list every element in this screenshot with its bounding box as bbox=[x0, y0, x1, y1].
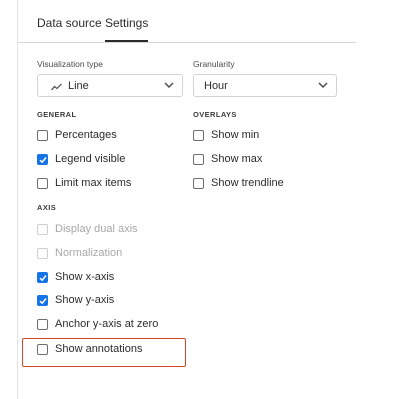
line-chart-icon bbox=[51, 83, 62, 91]
display-dual-axis-checkbox: Display dual axis bbox=[37, 222, 187, 238]
checkbox-label: Legend visible bbox=[55, 153, 126, 165]
checkbox-box[interactable] bbox=[37, 272, 48, 283]
settings-panel: Data source Settings Visualization type … bbox=[17, 0, 370, 399]
tab-settings[interactable]: Settings bbox=[105, 16, 149, 42]
checkbox-box[interactable] bbox=[37, 344, 48, 355]
granularity-select[interactable]: Hour bbox=[193, 74, 337, 97]
checkbox-box[interactable] bbox=[37, 130, 48, 141]
checkbox-box[interactable] bbox=[193, 178, 204, 189]
show-y-axis-checkbox[interactable]: Show y-axis bbox=[37, 293, 187, 309]
checkmark-icon bbox=[38, 274, 47, 281]
visualization-type-select[interactable]: Line bbox=[37, 74, 183, 97]
checkbox-box bbox=[37, 224, 48, 235]
checkbox-label: Show max bbox=[211, 153, 263, 165]
checkbox-label: Show y-axis bbox=[55, 294, 115, 306]
chevron-down-icon bbox=[318, 82, 328, 89]
checkbox-box[interactable] bbox=[193, 130, 204, 141]
show-annotations-checkbox[interactable]: Show annotations bbox=[37, 342, 187, 358]
checkbox-label: Show annotations bbox=[55, 343, 143, 355]
checkmark-icon bbox=[38, 156, 47, 163]
legend-visible-checkbox[interactable]: Legend visible bbox=[37, 152, 187, 168]
limit-max-items-checkbox[interactable]: Limit max items bbox=[37, 176, 187, 192]
checkmark-icon bbox=[38, 297, 47, 304]
checkbox-label: Normalization bbox=[55, 247, 123, 259]
visualization-type-label: Visualization type bbox=[37, 59, 103, 69]
checkbox-box[interactable] bbox=[37, 178, 48, 189]
normalization-checkbox: Normalization bbox=[37, 246, 187, 262]
percentages-checkbox[interactable]: Percentages bbox=[37, 128, 187, 144]
checkbox-label: Percentages bbox=[55, 129, 117, 141]
granularity-value: Hour bbox=[204, 80, 228, 92]
axis-heading: AXIS bbox=[37, 203, 57, 212]
show-trendline-checkbox[interactable]: Show trendline bbox=[193, 176, 343, 192]
show-min-checkbox[interactable]: Show min bbox=[193, 128, 343, 144]
checkbox-label: Limit max items bbox=[55, 177, 132, 189]
overlays-heading: OVERLAYS bbox=[193, 110, 237, 119]
chevron-down-icon bbox=[164, 82, 174, 89]
checkbox-box[interactable] bbox=[37, 295, 48, 306]
tab-bar: Data source Settings bbox=[18, 0, 356, 43]
general-heading: GENERAL bbox=[37, 110, 77, 119]
checkbox-label: Anchor y-axis at zero bbox=[55, 318, 159, 330]
checkbox-label: Display dual axis bbox=[55, 223, 138, 235]
checkbox-box[interactable] bbox=[193, 154, 204, 165]
anchor-y-axis-at-zero-checkbox[interactable]: Anchor y-axis at zero bbox=[37, 317, 187, 333]
show-x-axis-checkbox[interactable]: Show x-axis bbox=[37, 270, 187, 286]
checkbox-label: Show trendline bbox=[211, 177, 284, 189]
tab-data-source[interactable]: Data source bbox=[37, 16, 102, 30]
checkbox-box[interactable] bbox=[37, 154, 48, 165]
checkbox-label: Show min bbox=[211, 129, 260, 141]
checkbox-box bbox=[37, 248, 48, 259]
checkbox-box[interactable] bbox=[37, 319, 48, 330]
show-max-checkbox[interactable]: Show max bbox=[193, 152, 343, 168]
visualization-type-value: Line bbox=[68, 80, 89, 92]
granularity-label: Granularity bbox=[193, 59, 235, 69]
checkbox-label: Show x-axis bbox=[55, 271, 115, 283]
